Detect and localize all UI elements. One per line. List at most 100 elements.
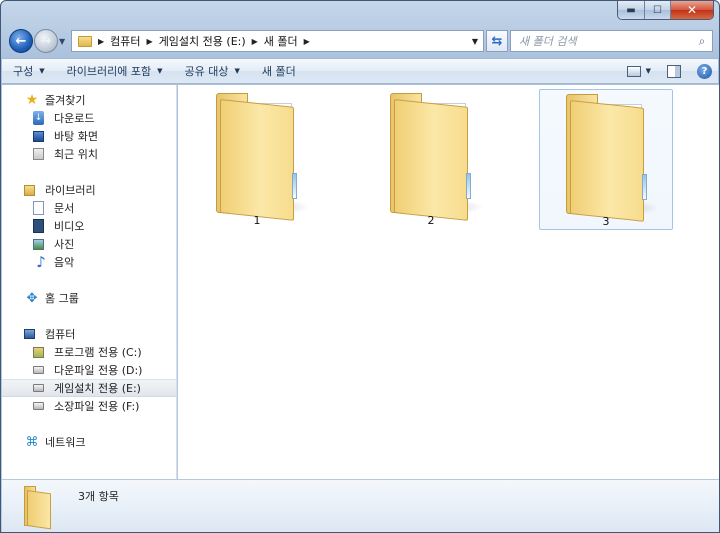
chevron-down-icon: ▼	[39, 67, 45, 75]
include-in-library-button[interactable]: 라이브러리에 포함 ▼	[56, 59, 174, 83]
breadcrumb-label: 새 폴더	[263, 35, 298, 48]
view-options-dropdown[interactable]: ▼	[646, 67, 651, 75]
file-list[interactable]: 1 2 3	[178, 85, 719, 479]
folder-icon	[78, 35, 92, 47]
drive-icon	[33, 366, 44, 374]
folder-item-3[interactable]: 3	[539, 89, 673, 230]
caption-buttons: ▬ ☐ ✕	[617, 1, 714, 20]
picture-icon	[33, 238, 44, 250]
chevron-right-icon[interactable]: ▶	[304, 37, 310, 46]
help-icon[interactable]: ?	[697, 63, 712, 79]
change-view-icon[interactable]	[626, 65, 641, 77]
folder-name: 2	[427, 214, 435, 227]
music-note-icon: ♪	[36, 253, 46, 271]
sidebar-item-label: 다운로드	[54, 112, 95, 125]
sidebar-item-drive-c[interactable]: 프로그램 전용 (C:)	[2, 343, 176, 361]
share-with-label: 공유 대상	[184, 65, 229, 78]
item-count: 3개 항목	[78, 490, 119, 503]
sidebar-item-label: 즐겨찾기	[45, 94, 86, 107]
search-box[interactable]: 새 폴더 검색 ⌕	[510, 30, 713, 52]
share-with-button[interactable]: 공유 대상 ▼	[174, 59, 251, 83]
folder-name: 1	[253, 214, 261, 227]
folder-name: 3	[602, 215, 610, 228]
chevron-right-icon: ▶	[146, 36, 153, 46]
organize-button[interactable]: 구성 ▼	[2, 59, 56, 83]
sidebar-item-desktop[interactable]: 바탕 화면	[2, 127, 176, 145]
recent-places-icon	[33, 148, 44, 160]
recent-pages-dropdown[interactable]: ▼	[59, 37, 65, 46]
back-button[interactable]: ←	[9, 29, 33, 53]
breadcrumb-label: 컴퓨터	[110, 35, 141, 48]
maximize-button[interactable]: ☐	[644, 1, 670, 19]
sidebar-item-drive-f[interactable]: 소장파일 전용 (F:)	[2, 397, 176, 415]
new-folder-label: 새 폴더	[261, 65, 296, 78]
breadcrumb-drive-e[interactable]: ▶ 게임설치 전용 (E:)	[147, 33, 246, 49]
system-drive-icon	[33, 346, 44, 358]
address-bar[interactable]: ▶ 컴퓨터 ▶ 게임설치 전용 (E:) ▶ 새 폴더 ▶ ▼	[71, 30, 484, 52]
download-icon: ↓	[33, 111, 44, 125]
sidebar-item-documents[interactable]: 문서	[2, 199, 176, 217]
sidebar-item-drive-e[interactable]: 게임설치 전용 (E:)	[2, 379, 176, 397]
forward-button[interactable]: →	[34, 29, 58, 53]
sidebar-item-label: 컴퓨터	[45, 328, 76, 341]
breadcrumb-computer[interactable]: ▶ 컴퓨터	[98, 33, 141, 49]
search-input[interactable]: 새 폴더 검색	[511, 33, 692, 49]
homegroup-icon: ✥	[26, 290, 38, 306]
details-pane: 3개 항목	[2, 479, 719, 532]
address-history-dropdown[interactable]: ▼	[467, 31, 483, 51]
sidebar-item-downloads[interactable]: ↓ 다운로드	[2, 109, 176, 127]
library-icon	[24, 184, 35, 196]
sidebar-item-pictures[interactable]: 사진	[2, 235, 176, 253]
folder-item-2[interactable]: 2	[364, 89, 498, 230]
folder-item-1[interactable]: 1	[190, 89, 324, 230]
sidebar-item-label: 프로그램 전용 (C:)	[54, 346, 142, 359]
sidebar-item-videos[interactable]: 비디오	[2, 217, 176, 235]
minimize-button[interactable]: ▬	[618, 1, 644, 19]
folder-icon	[390, 93, 476, 221]
drive-icon	[33, 402, 44, 410]
search-icon[interactable]: ⌕	[692, 34, 712, 49]
sidebar-item-network[interactable]: ⌘ 네트워크	[2, 433, 176, 451]
new-folder-button[interactable]: 새 폴더	[251, 59, 307, 83]
star-icon: ★	[25, 92, 39, 108]
sidebar-item-drive-d[interactable]: 다운파일 전용 (D:)	[2, 361, 176, 379]
chevron-right-icon: ▶	[251, 36, 258, 46]
sidebar-item-label: 바탕 화면	[54, 130, 98, 143]
sidebar-item-label: 라이브러리	[45, 184, 96, 197]
preview-pane-icon[interactable]	[667, 64, 681, 78]
sidebar-item-libraries[interactable]: 라이브러리	[2, 181, 176, 199]
close-button[interactable]: ✕	[670, 1, 713, 19]
video-icon	[33, 219, 44, 233]
sidebar-item-label: 비디오	[54, 220, 85, 233]
command-bar: 구성 ▼ 라이브러리에 포함 ▼ 공유 대상 ▼ 새 폴더 ▼ ?	[2, 58, 718, 84]
chevron-down-icon: ▼	[234, 67, 240, 75]
command-bar-right: ▼ ?	[626, 59, 718, 83]
sidebar-item-label: 홈 그룹	[45, 292, 79, 305]
sidebar-item-label: 다운파일 전용 (D:)	[54, 364, 143, 377]
sidebar-item-music[interactable]: ♪ 음악	[2, 253, 176, 271]
chevron-right-icon: ▶	[98, 36, 105, 46]
sidebar-item-label: 문서	[54, 202, 75, 215]
breadcrumb-new-folder[interactable]: ▶ 새 폴더 ▶	[252, 33, 316, 49]
organize-label: 구성	[13, 65, 34, 78]
sidebar-item-homegroup[interactable]: ✥ 홈 그룹	[2, 289, 176, 307]
navigation-pane: ★ 즐겨찾기 ↓ 다운로드 바탕 화면 최근 위치 라이브러리 문서 비디오 사…	[2, 85, 177, 479]
include-in-library-label: 라이브러리에 포함	[66, 65, 152, 78]
refresh-button[interactable]: ⇆	[486, 30, 508, 52]
sidebar-item-label: 게임설치 전용 (E:)	[54, 382, 141, 395]
sidebar-item-computer[interactable]: 컴퓨터	[2, 325, 176, 343]
sidebar-item-label: 소장파일 전용 (F:)	[54, 400, 140, 413]
sidebar-item-label: 최근 위치	[54, 148, 98, 161]
navigation-row: ← → ▼ ▶ 컴퓨터 ▶ 게임설치 전용 (E:) ▶ 새 폴더 ▶ ▼ ⇆ …	[9, 28, 713, 54]
computer-icon	[24, 329, 35, 339]
sidebar-item-label: 음악	[54, 256, 75, 269]
chevron-down-icon: ▼	[157, 67, 163, 75]
folder-icon	[216, 93, 302, 221]
folder-icon	[24, 486, 54, 530]
breadcrumb-label: 게임설치 전용 (E:)	[158, 35, 246, 48]
explorer-window: ▬ ☐ ✕ ← → ▼ ▶ 컴퓨터 ▶ 게임설치 전용 (E:) ▶ 새 폴더 …	[0, 0, 720, 533]
sidebar-item-recent-places[interactable]: 최근 위치	[2, 145, 176, 163]
document-icon	[33, 201, 44, 215]
sidebar-item-favorites[interactable]: ★ 즐겨찾기	[2, 91, 176, 109]
folder-icon	[566, 94, 652, 222]
